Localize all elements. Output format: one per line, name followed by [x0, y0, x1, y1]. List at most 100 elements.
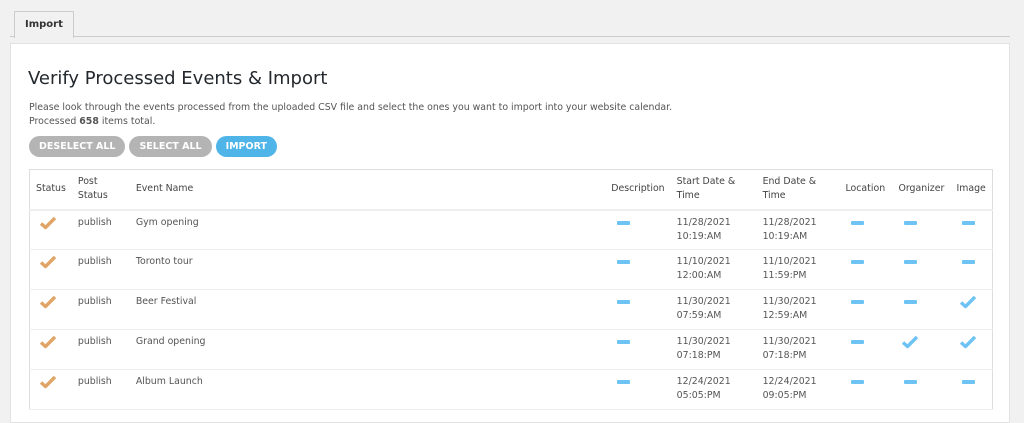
column-header-event-name: Event Name — [129, 169, 606, 211]
event-name-text: Gym opening — [135, 216, 199, 228]
cell-organizer — [892, 249, 951, 290]
start-date-text: 12/24/2021 — [676, 376, 731, 387]
cell-image — [950, 209, 993, 250]
cell-image — [950, 329, 993, 370]
page-title: Verify Processed Events & Import — [28, 68, 328, 89]
table-row[interactable]: publish Toronto tour 11/10/2021 12:00:AM 11/… — [29, 249, 993, 290]
end-time-text: 12:59:AM — [762, 310, 808, 321]
cell-location — [839, 249, 893, 290]
post-status-text: publish — [77, 376, 112, 387]
import-button[interactable]: IMPORT — [215, 136, 277, 157]
end-date-text: 11/10/2021 — [762, 256, 817, 267]
image-dash-icon — [962, 220, 976, 225]
select-all-button[interactable]: SELECT ALL — [129, 136, 212, 157]
organizer-check-icon — [902, 335, 919, 354]
table-row[interactable]: publish Grand opening 11/30/2021 07:18:PM 11… — [29, 329, 993, 370]
end-date-text: 11/30/2021 — [762, 336, 817, 347]
cell-image — [950, 249, 993, 290]
image-dash-icon — [962, 380, 976, 384]
processed-prefix: Processed — [29, 116, 77, 127]
cell-event-name: Album Launch — [129, 369, 606, 410]
table-row[interactable]: publish Album Launch 12/24/2021 05:05:PM 12/… — [29, 369, 993, 410]
description-dash-icon — [617, 220, 631, 225]
status-check-icon — [39, 295, 57, 314]
cell-description — [605, 329, 671, 370]
column-header-image: Image — [950, 169, 993, 211]
cell-end: 11/30/2021 12:59:AM — [756, 289, 840, 330]
post-status-text: publish — [77, 296, 112, 307]
cell-event-name: Beer Festival — [129, 289, 606, 330]
cell-description — [605, 289, 671, 330]
status-check-icon — [39, 335, 57, 354]
event-name-text: Album Launch — [135, 376, 203, 387]
event-name-text: Beer Festival — [135, 296, 197, 307]
table-row[interactable]: publish Beer Festival 11/30/2021 07:59:AM 11… — [29, 289, 993, 330]
event-name-text: Grand opening — [135, 336, 206, 347]
location-dash-icon — [851, 220, 865, 225]
cell-description — [605, 249, 671, 290]
cell-image — [950, 289, 993, 330]
cell-start: 11/30/2021 07:59:AM — [670, 289, 757, 330]
cell-organizer — [892, 209, 951, 250]
organizer-dash-icon — [904, 220, 918, 225]
cell-start: 11/10/2021 12:00:AM — [670, 249, 757, 290]
start-date-text: 11/28/2021 — [676, 216, 731, 228]
processed-number: 658 — [79, 116, 99, 127]
cell-status — [29, 289, 72, 330]
table-header: Status Post Status Event Name Description St… — [29, 169, 993, 211]
cell-post-status: publish — [71, 329, 130, 370]
start-time-text: 07:18:PM — [676, 350, 721, 361]
cell-status — [29, 369, 72, 410]
cell-post-status: publish — [71, 249, 130, 290]
cell-post-status: publish — [71, 209, 130, 250]
description-dash-icon — [617, 260, 631, 264]
cell-location — [839, 289, 893, 330]
location-dash-icon — [851, 260, 865, 264]
deselect-all-button[interactable]: DESELECT ALL — [29, 136, 126, 157]
action-buttons: DESELECT ALL SELECT ALL IMPORT — [29, 136, 277, 157]
cell-organizer — [892, 289, 951, 330]
organizer-dash-icon — [904, 380, 918, 384]
cell-event-name: Grand opening — [129, 329, 606, 370]
cell-organizer — [892, 329, 951, 370]
cell-start: 12/24/2021 05:05:PM — [670, 369, 757, 410]
image-check-icon — [960, 295, 977, 314]
column-header-end-date: End Date & Time — [756, 169, 840, 211]
location-dash-icon — [851, 380, 865, 384]
tab-import[interactable]: Import — [14, 11, 74, 38]
end-date-text: 11/30/2021 — [762, 296, 817, 307]
start-time-text: 10:19:AM — [676, 230, 722, 242]
location-dash-icon — [851, 300, 865, 304]
organizer-dash-icon — [904, 300, 918, 304]
cell-location — [839, 209, 893, 250]
events-table: Status Post Status Event Name Description St… — [29, 169, 993, 410]
cell-start: 11/30/2021 07:18:PM — [670, 329, 757, 370]
description-dash-icon — [617, 340, 631, 344]
table-row[interactable]: publish Gym opening 11/28/2021 10:19:AM 11/2… — [29, 209, 993, 250]
cell-end: 12/24/2021 09:05:PM — [756, 369, 840, 410]
start-date-text: 11/10/2021 — [676, 256, 731, 267]
end-time-text: 09:05:PM — [762, 390, 807, 401]
image-check-icon — [960, 335, 977, 354]
cell-post-status: publish — [71, 289, 130, 330]
description-dash-icon — [617, 300, 631, 304]
cell-location — [839, 329, 893, 370]
status-check-icon — [39, 375, 57, 394]
cell-description — [605, 369, 671, 410]
import-panel: Verify Processed Events & Import Please … — [10, 43, 1010, 423]
status-check-icon — [39, 255, 57, 274]
cell-end: 11/30/2021 07:18:PM — [756, 329, 840, 370]
post-status-text: publish — [77, 256, 112, 267]
instructions: Please look through the events processed… — [29, 101, 672, 129]
cell-start: 11/28/2021 10:19:AM — [670, 209, 757, 250]
tab-bar: Import — [10, 0, 1010, 38]
end-time-text: 10:19:AM — [762, 230, 808, 242]
post-status-text: publish — [77, 336, 112, 347]
processed-count: Processed 658 items total. — [29, 115, 672, 129]
cell-status — [29, 209, 72, 250]
cell-image — [950, 369, 993, 410]
column-header-status: Status — [29, 169, 72, 211]
column-header-description: Description — [605, 169, 671, 211]
cell-end: 11/28/2021 10:19:AM — [756, 209, 840, 250]
column-header-location: Location — [839, 169, 893, 211]
